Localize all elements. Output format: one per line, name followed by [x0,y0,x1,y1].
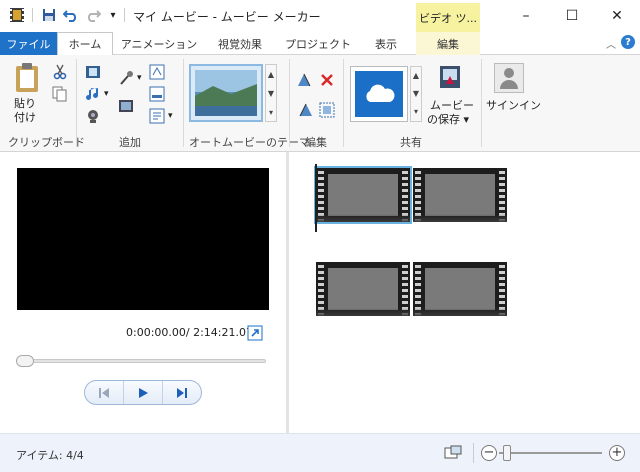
remove-icon[interactable] [318,71,336,89]
tab-project[interactable]: プロジェクト [276,32,360,55]
status-bar: アイテム: 4/4 − + [0,433,640,472]
maximize-button[interactable]: ☐ [549,0,595,31]
onedrive-share-button[interactable] [350,66,408,122]
add-music-icon[interactable] [84,85,102,103]
narration-dropdown-icon[interactable]: ▾ [137,73,142,83]
minimize-ribbon-icon[interactable]: ︿ [606,36,616,51]
rotate-right-icon[interactable] [296,101,314,119]
tab-home[interactable]: ホーム [57,32,113,56]
ribbon-tabs: ファイル ホーム アニメーション 視覚効果 プロジェクト 表示 編集 ︿ ? [0,32,640,56]
previous-frame-icon [99,387,109,398]
save-movie-label-1[interactable]: ムービー [430,99,474,113]
clip-thumbnail[interactable] [316,262,410,316]
group-separator [76,59,77,147]
webcam-video-icon[interactable] [84,107,102,125]
cut-icon[interactable] [51,63,69,81]
snapshot-icon[interactable] [117,97,135,115]
ribbon-home-panel: 貼り 付け クリップボード ▾ ▾ ▾ 追加 ▲ ▼ ▾ オートムービーのテーマ… [0,55,640,152]
clip-thumbnail[interactable] [413,262,507,316]
storyboard-view-icon[interactable] [444,445,462,461]
item-count: アイテム: 4/4 [16,449,84,462]
undo-icon[interactable] [62,6,80,24]
group-separator [289,59,290,147]
fullscreen-icon[interactable] [247,325,263,341]
tab-view[interactable]: 表示 [360,32,412,55]
add-group-label: 追加 [119,136,141,149]
clip-thumbnail[interactable] [314,166,412,224]
storyboard-pane [289,152,640,433]
caption-icon[interactable] [148,85,166,103]
play-icon [139,387,148,398]
quick-access-dropdown-icon[interactable]: ▾ [104,6,122,24]
close-button[interactable]: ✕ [594,0,640,31]
playhead[interactable] [315,164,317,232]
zoom-slider[interactable] [499,452,602,454]
group-separator [183,59,184,147]
theme-gallery-scroll[interactable]: ▲ ▼ ▾ [265,64,277,122]
credits-dropdown-icon[interactable]: ▾ [168,111,173,121]
zoom-slider-thumb[interactable] [503,445,511,461]
playback-controls [84,380,202,405]
sign-in-label[interactable]: サインイン [486,99,541,113]
share-gallery-scroll[interactable]: ▲ ▼ ▾ [410,66,422,122]
share-group-label: 共有 [400,136,422,149]
record-narration-icon[interactable] [117,69,135,87]
preview-pane: 0:00:00.00/ 2:14:21.07 [0,152,286,433]
seek-bar-thumb[interactable] [16,355,34,367]
play-button[interactable] [124,381,163,404]
credits-icon[interactable] [148,107,166,125]
title-icon[interactable] [148,63,166,81]
title-divider [32,8,33,22]
rotate-left-icon[interactable] [296,71,314,89]
tab-edit[interactable]: 編集 [416,32,480,55]
group-separator [481,59,482,147]
clipboard-group-label: クリップボード [8,136,85,149]
select-all-icon[interactable] [318,101,336,119]
next-frame-button[interactable] [163,381,201,404]
video-tools-context-label: ビデオ ツ... [416,3,480,32]
app-icon[interactable] [8,6,26,24]
zoom-out-button[interactable]: − [481,445,497,461]
window-title: マイ ムービー - ムービー メーカー [133,10,321,24]
next-frame-icon [177,387,187,398]
zoom-in-button[interactable]: + [609,445,625,461]
status-divider [473,443,474,463]
automovie-theme-thumbnail[interactable] [189,64,263,122]
help-icon[interactable]: ? [621,35,635,49]
minimize-button[interactable]: – [503,0,549,31]
tab-animations[interactable]: アニメーション [114,32,204,55]
paste-label-1[interactable]: 貼り [14,97,36,111]
save-icon[interactable] [40,6,58,24]
paste-label-2[interactable]: 付け [14,111,36,125]
previous-frame-button[interactable] [85,381,124,404]
paste-icon[interactable] [12,61,42,95]
add-videos-photos-icon[interactable] [84,63,102,81]
save-movie-label-2[interactable]: の保存 ▾ [427,113,469,127]
automovie-group-label: オートムービーのテーマ [189,136,310,149]
title-divider-2 [124,8,125,22]
add-music-dropdown-icon[interactable]: ▾ [104,89,109,99]
group-separator [343,59,344,147]
movie-maker-window: ▾ マイ ムービー - ムービー メーカー ビデオ ツ... – ☐ ✕ ファイ… [0,0,640,472]
save-movie-icon[interactable] [436,63,464,91]
copy-icon[interactable] [51,85,69,103]
title-bar: ▾ マイ ムービー - ムービー メーカー ビデオ ツ... – ☐ ✕ [0,0,640,32]
edit-group-label: 編集 [305,136,327,149]
onedrive-icon [355,71,403,117]
redo-icon[interactable] [84,6,102,24]
tab-file[interactable]: ファイル [0,32,57,55]
playback-time: 0:00:00.00/ 2:14:21.07 [126,326,253,339]
sign-in-avatar-icon[interactable] [494,63,524,93]
tab-visual-effects[interactable]: 視覚効果 [204,32,276,55]
seek-bar[interactable] [18,359,266,363]
video-preview[interactable] [17,168,269,310]
clip-thumbnail[interactable] [413,168,507,222]
